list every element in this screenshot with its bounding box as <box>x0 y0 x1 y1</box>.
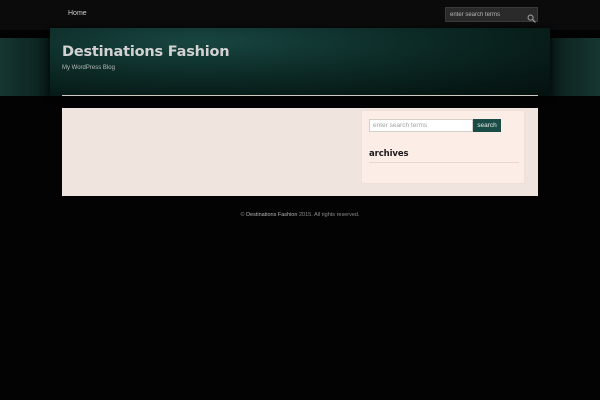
footer-site-link[interactable]: Destinations Fashion <box>246 212 297 218</box>
copyright-symbol: © <box>240 212 245 218</box>
page: Home Destinations Fashion My WordPress B… <box>0 0 600 400</box>
top-navigation-bar: Home <box>0 0 600 30</box>
archives-heading: archives <box>369 149 409 159</box>
main-content-area: search archives <box>62 108 538 196</box>
sidebar: search archives <box>361 110 525 184</box>
top-search-input[interactable] <box>446 8 524 21</box>
top-search-form <box>445 7 538 23</box>
site-title[interactable]: Destinations Fashion <box>62 44 230 60</box>
magnifier-icon[interactable] <box>527 10 536 23</box>
footer: © Destinations Fashion 2015. All rights … <box>0 212 600 218</box>
magnifier-icon-graphic <box>527 14 536 23</box>
header-divider <box>62 95 538 96</box>
footer-rights-text: 2015. All rights reserved. <box>298 212 360 218</box>
site-tagline: My WordPress Blog <box>62 65 115 71</box>
site-header: Destinations Fashion My WordPress Blog <box>50 28 550 96</box>
sidebar-search-input[interactable] <box>369 119 473 132</box>
nav-home-link[interactable]: Home <box>68 10 87 17</box>
sidebar-search-button[interactable]: search <box>473 119 501 132</box>
archives-divider <box>369 162 519 163</box>
